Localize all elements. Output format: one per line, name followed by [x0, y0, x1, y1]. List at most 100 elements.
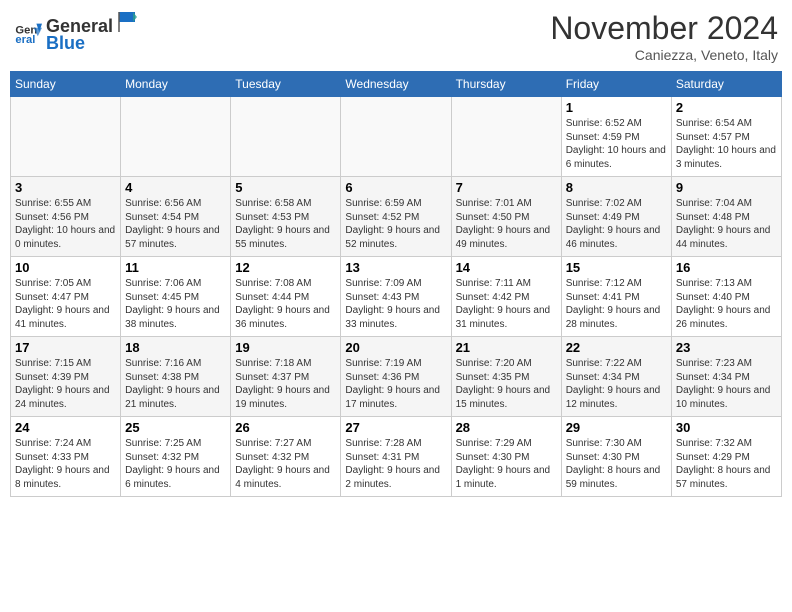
calendar-cell: 9 Sunrise: 7:04 AM Sunset: 4:48 PM Daylig… — [671, 177, 781, 257]
calendar-cell: 3 Sunrise: 6:55 AM Sunset: 4:56 PM Daylig… — [11, 177, 121, 257]
day-info: Sunrise: 7:06 AM Sunset: 4:45 PM Dayligh… — [125, 277, 226, 331]
calendar-table: SundayMondayTuesdayWednesdayThursdayFrid… — [10, 71, 782, 497]
logo-flag-icon — [115, 10, 137, 32]
day-number: 28 — [456, 420, 557, 435]
day-number: 7 — [456, 180, 557, 195]
day-info: Sunrise: 7:30 AM Sunset: 4:30 PM Dayligh… — [566, 437, 667, 491]
day-number: 27 — [345, 420, 446, 435]
calendar-cell: 1Sunrise: 6:52 AM Sunset: 4:59 PM Daylig… — [561, 97, 671, 177]
calendar-cell: 20 Sunrise: 7:19 AM Sunset: 4:36 PM Dayli… — [341, 337, 451, 417]
calendar-cell: 26 Sunrise: 7:27 AM Sunset: 4:32 PM Dayli… — [231, 417, 341, 497]
calendar-cell: 23Sunrise: 7:23 AM Sunset: 4:34 PM Dayli… — [671, 337, 781, 417]
day-info: Sunrise: 7:16 AM Sunset: 4:38 PM Dayligh… — [125, 357, 226, 411]
day-number: 12 — [235, 260, 336, 275]
calendar-cell — [11, 97, 121, 177]
day-info: Sunrise: 6:59 AM Sunset: 4:52 PM Dayligh… — [345, 197, 446, 251]
day-number: 25 — [125, 420, 226, 435]
day-number: 26 — [235, 420, 336, 435]
logo-icon: Gen eral — [14, 18, 42, 46]
day-info: Sunrise: 6:58 AM Sunset: 4:53 PM Dayligh… — [235, 197, 336, 251]
day-info: Sunrise: 7:12 AM Sunset: 4:41 PM Dayligh… — [566, 277, 667, 331]
weekday-header-cell: Friday — [561, 72, 671, 97]
day-info: Sunrise: 7:32 AM Sunset: 4:29 PM Dayligh… — [676, 437, 777, 491]
calendar-cell: 21 Sunrise: 7:20 AM Sunset: 4:35 PM Dayli… — [451, 337, 561, 417]
day-info: Sunrise: 7:27 AM Sunset: 4:32 PM Dayligh… — [235, 437, 336, 491]
calendar-cell — [231, 97, 341, 177]
day-number: 2 — [676, 100, 777, 115]
calendar-cell: 28 Sunrise: 7:29 AM Sunset: 4:30 PM Dayli… — [451, 417, 561, 497]
calendar-cell: 22Sunrise: 7:22 AM Sunset: 4:34 PM Dayli… — [561, 337, 671, 417]
day-number: 9 — [676, 180, 777, 195]
logo: Gen eral General Blue — [14, 10, 137, 54]
weekday-header-cell: Tuesday — [231, 72, 341, 97]
day-number: 20 — [345, 340, 446, 355]
day-info: Sunrise: 6:56 AM Sunset: 4:54 PM Dayligh… — [125, 197, 226, 251]
day-number: 4 — [125, 180, 226, 195]
day-info: Sunrise: 7:24 AM Sunset: 4:33 PM Dayligh… — [15, 437, 116, 491]
day-number: 13 — [345, 260, 446, 275]
day-number: 5 — [235, 180, 336, 195]
day-info: Sunrise: 7:11 AM Sunset: 4:42 PM Dayligh… — [456, 277, 557, 331]
day-info: Sunrise: 7:01 AM Sunset: 4:50 PM Dayligh… — [456, 197, 557, 251]
day-info: Sunrise: 7:20 AM Sunset: 4:35 PM Dayligh… — [456, 357, 557, 411]
calendar-cell: 15 Sunrise: 7:12 AM Sunset: 4:41 PM Dayli… — [561, 257, 671, 337]
weekday-header-cell: Thursday — [451, 72, 561, 97]
calendar-cell: 29Sunrise: 7:30 AM Sunset: 4:30 PM Dayli… — [561, 417, 671, 497]
calendar-cell: 19 Sunrise: 7:18 AM Sunset: 4:37 PM Dayli… — [231, 337, 341, 417]
calendar-cell: 7 Sunrise: 7:01 AM Sunset: 4:50 PM Daylig… — [451, 177, 561, 257]
page-header: Gen eral General Blue November 2024 Cani… — [10, 10, 782, 63]
calendar-cell: 24 Sunrise: 7:24 AM Sunset: 4:33 PM Dayli… — [11, 417, 121, 497]
day-number: 16 — [676, 260, 777, 275]
calendar-cell: 30 Sunrise: 7:32 AM Sunset: 4:29 PM Dayli… — [671, 417, 781, 497]
day-info: Sunrise: 7:02 AM Sunset: 4:49 PM Dayligh… — [566, 197, 667, 251]
calendar-body: 1Sunrise: 6:52 AM Sunset: 4:59 PM Daylig… — [11, 97, 782, 497]
day-number: 14 — [456, 260, 557, 275]
svg-text:eral: eral — [15, 34, 35, 46]
day-number: 3 — [15, 180, 116, 195]
calendar-cell: 17Sunrise: 7:15 AM Sunset: 4:39 PM Dayli… — [11, 337, 121, 417]
calendar-cell: 25 Sunrise: 7:25 AM Sunset: 4:32 PM Dayli… — [121, 417, 231, 497]
day-number: 19 — [235, 340, 336, 355]
weekday-header-cell: Monday — [121, 72, 231, 97]
day-number: 6 — [345, 180, 446, 195]
calendar-cell: 12Sunrise: 7:08 AM Sunset: 4:44 PM Dayli… — [231, 257, 341, 337]
day-number: 30 — [676, 420, 777, 435]
day-info: Sunrise: 7:05 AM Sunset: 4:47 PM Dayligh… — [15, 277, 116, 331]
day-number: 18 — [125, 340, 226, 355]
day-info: Sunrise: 6:52 AM Sunset: 4:59 PM Dayligh… — [566, 117, 667, 171]
day-info: Sunrise: 7:15 AM Sunset: 4:39 PM Dayligh… — [15, 357, 116, 411]
day-info: Sunrise: 7:19 AM Sunset: 4:36 PM Dayligh… — [345, 357, 446, 411]
day-info: Sunrise: 7:25 AM Sunset: 4:32 PM Dayligh… — [125, 437, 226, 491]
calendar-week-row: 17Sunrise: 7:15 AM Sunset: 4:39 PM Dayli… — [11, 337, 782, 417]
day-number: 21 — [456, 340, 557, 355]
day-info: Sunrise: 7:29 AM Sunset: 4:30 PM Dayligh… — [456, 437, 557, 491]
location: Caniezza, Veneto, Italy — [550, 47, 778, 63]
calendar-cell: 18 Sunrise: 7:16 AM Sunset: 4:38 PM Dayli… — [121, 337, 231, 417]
day-number: 8 — [566, 180, 667, 195]
day-info: Sunrise: 7:28 AM Sunset: 4:31 PM Dayligh… — [345, 437, 446, 491]
weekday-header-cell: Saturday — [671, 72, 781, 97]
calendar-week-row: 1Sunrise: 6:52 AM Sunset: 4:59 PM Daylig… — [11, 97, 782, 177]
day-number: 15 — [566, 260, 667, 275]
day-number: 22 — [566, 340, 667, 355]
calendar-cell: 5 Sunrise: 6:58 AM Sunset: 4:53 PM Daylig… — [231, 177, 341, 257]
calendar-cell: 2 Sunrise: 6:54 AM Sunset: 4:57 PM Daylig… — [671, 97, 781, 177]
calendar-cell: 13 Sunrise: 7:09 AM Sunset: 4:43 PM Dayli… — [341, 257, 451, 337]
day-number: 10 — [15, 260, 116, 275]
day-info: Sunrise: 7:13 AM Sunset: 4:40 PM Dayligh… — [676, 277, 777, 331]
weekday-header-cell: Sunday — [11, 72, 121, 97]
calendar-cell: 6 Sunrise: 6:59 AM Sunset: 4:52 PM Daylig… — [341, 177, 451, 257]
calendar-cell — [341, 97, 451, 177]
day-info: Sunrise: 7:09 AM Sunset: 4:43 PM Dayligh… — [345, 277, 446, 331]
calendar-cell: 14 Sunrise: 7:11 AM Sunset: 4:42 PM Dayli… — [451, 257, 561, 337]
calendar-cell: 8 Sunrise: 7:02 AM Sunset: 4:49 PM Daylig… — [561, 177, 671, 257]
day-number: 24 — [15, 420, 116, 435]
day-info: Sunrise: 6:55 AM Sunset: 4:56 PM Dayligh… — [15, 197, 116, 251]
day-number: 11 — [125, 260, 226, 275]
day-number: 23 — [676, 340, 777, 355]
calendar-week-row: 24 Sunrise: 7:24 AM Sunset: 4:33 PM Dayli… — [11, 417, 782, 497]
day-info: Sunrise: 7:18 AM Sunset: 4:37 PM Dayligh… — [235, 357, 336, 411]
day-info: Sunrise: 7:04 AM Sunset: 4:48 PM Dayligh… — [676, 197, 777, 251]
title-section: November 2024 Caniezza, Veneto, Italy — [550, 10, 778, 63]
day-info: Sunrise: 6:54 AM Sunset: 4:57 PM Dayligh… — [676, 117, 777, 171]
